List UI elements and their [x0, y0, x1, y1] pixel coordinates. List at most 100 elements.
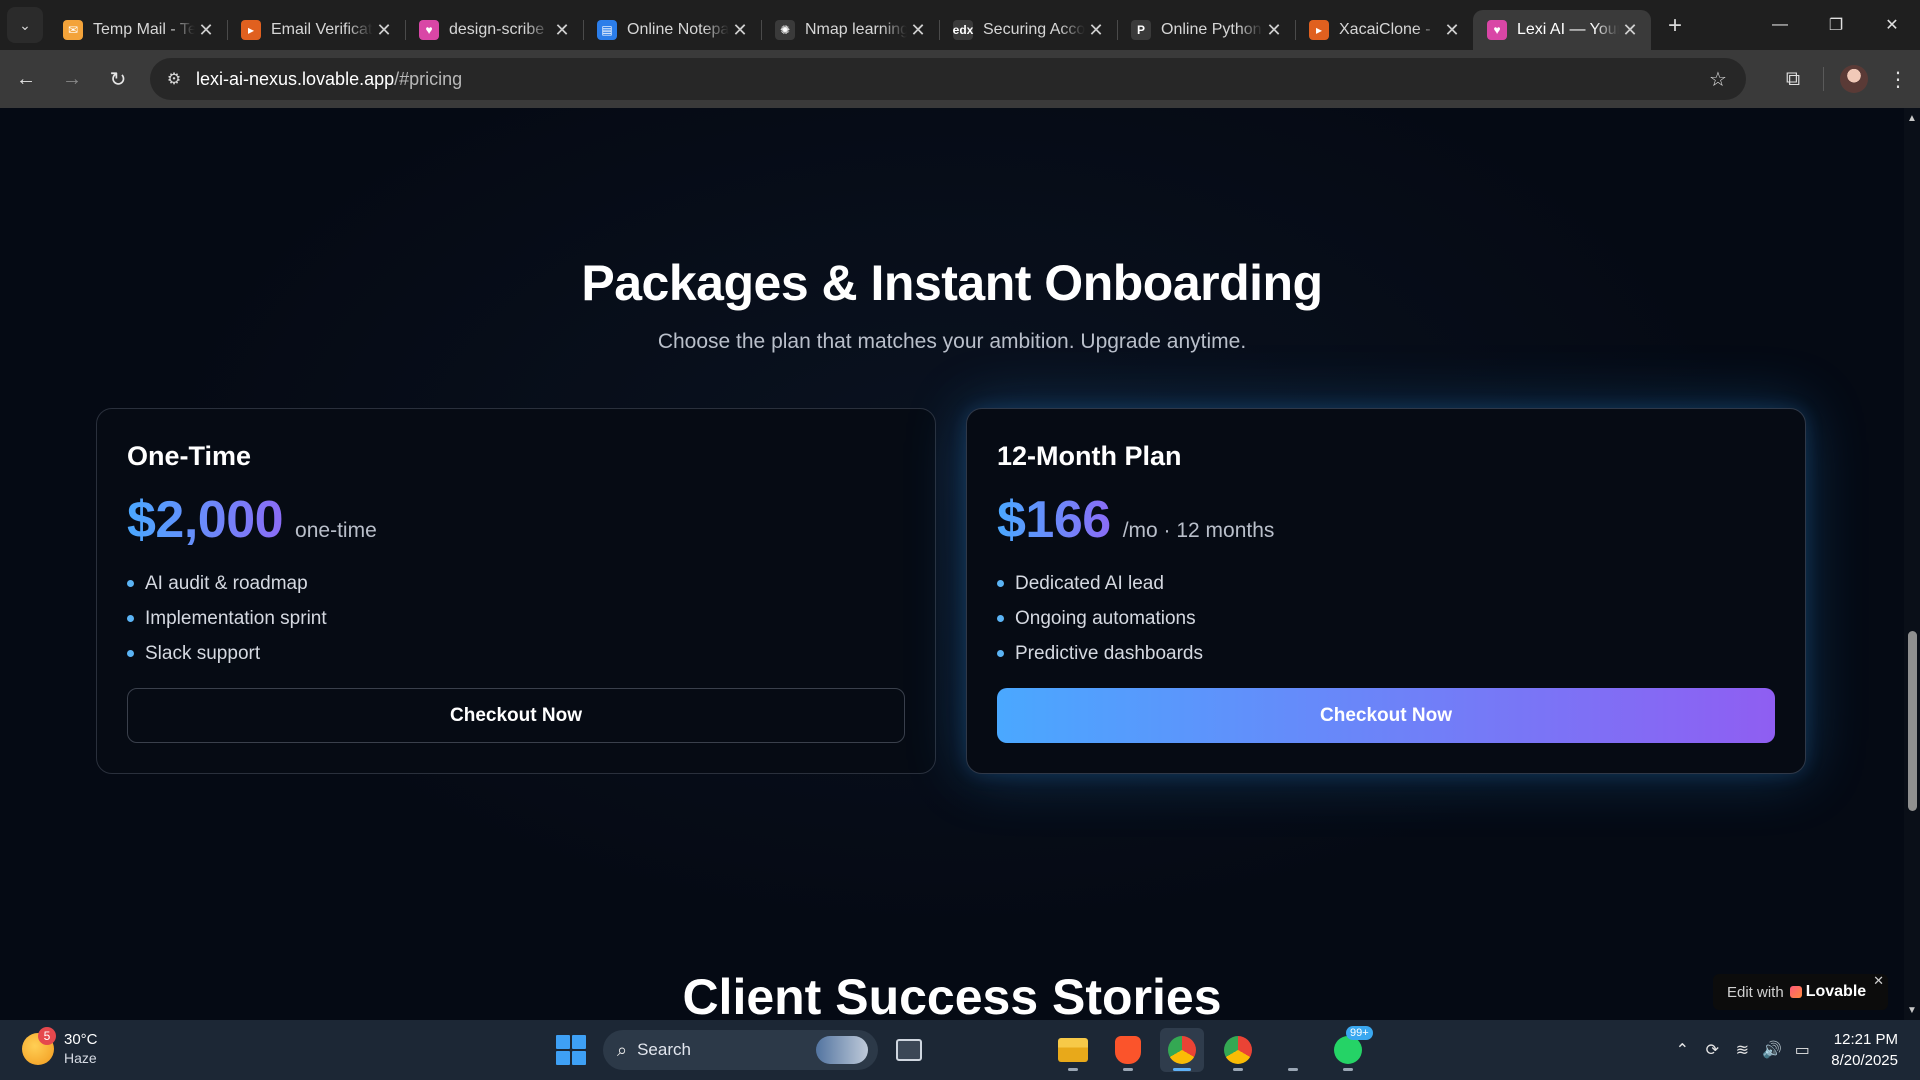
more-menu-icon[interactable]: ⋮ [1876, 57, 1920, 101]
feature-list: Dedicated AI lead Ongoing automations Pr… [997, 566, 1775, 671]
clock-date: 8/20/2025 [1831, 1052, 1898, 1069]
tab-close-icon[interactable]: ✕ [551, 20, 573, 41]
tab-close-icon[interactable]: ✕ [1085, 20, 1107, 41]
checkout-button-12-month[interactable]: Checkout Now [997, 688, 1775, 743]
feature-text: AI audit & roadmap [145, 572, 308, 594]
checkout-button-one-time[interactable]: Checkout Now [127, 688, 905, 743]
edx-icon: edx [953, 20, 973, 40]
reload-icon[interactable]: ↻ [98, 59, 138, 99]
lovable-heart-icon [1789, 986, 1802, 998]
browser-tab[interactable]: P Online Python ✕ [1117, 10, 1295, 50]
feature-text: Dedicated AI lead [1015, 572, 1164, 594]
plan-name: 12-Month Plan [997, 441, 1182, 471]
bookmark-star-icon[interactable]: ☆ [1700, 58, 1736, 100]
browser-tab[interactable]: ✺ Nmap learning ✕ [761, 10, 939, 50]
lovable-icon: ♥ [1487, 20, 1507, 40]
bullet-dot-icon [127, 615, 134, 622]
tab-title: Online Notepad [627, 21, 729, 38]
tab-title: Nmap learning [805, 21, 907, 38]
tab-search-chevron-icon[interactable]: ⌄ [7, 7, 43, 43]
weather-widget[interactable]: 5 30°C Haze [22, 1027, 98, 1068]
windows-start-icon[interactable] [556, 1035, 586, 1065]
back-arrow-icon[interactable]: ← [6, 59, 46, 99]
task-view-icon[interactable] [887, 1028, 931, 1072]
feature-text: Predictive dashboards [1015, 642, 1203, 664]
browser-tab[interactable]: ▤ Online Notepad ✕ [583, 10, 761, 50]
tab-title: Lexi AI — Your [1517, 21, 1619, 38]
browser-tab-strip: ⌄ ✉Temp Mail - Temporary Email✕▸Email Ve… [0, 0, 1920, 50]
weather-notification-badge: 5 [38, 1027, 56, 1045]
restore-icon[interactable]: ❐ [1808, 0, 1864, 50]
sync-icon[interactable]: ⟳ [1697, 1040, 1727, 1060]
avatar [1840, 65, 1868, 93]
chrome-profile-icon[interactable] [1216, 1028, 1260, 1072]
plan-card-12-month: 12-Month Plan $166 /mo · 12 months Dedic… [966, 408, 1806, 774]
chatgpt-icon: ✺ [775, 20, 795, 40]
tab-title: XacaiClone - [1339, 21, 1431, 38]
bullet-dot-icon [127, 580, 134, 587]
tab-list: ✉Temp Mail - Temporary Email✕▸Email Veri… [49, 0, 1651, 50]
address-bar[interactable]: ⚙ lexi-ai-nexus.lovable.app/#pricing ☆ [150, 58, 1746, 100]
notepad-icon: ▤ [597, 20, 617, 40]
wifi-icon[interactable]: ≋ [1727, 1040, 1757, 1060]
brave-browser-icon[interactable] [1106, 1028, 1150, 1072]
minimize-icon[interactable]: — [1752, 0, 1808, 50]
tab-close-icon[interactable]: ✕ [373, 20, 395, 41]
browser-tab[interactable]: ▸ Email Verification✕ [227, 10, 405, 50]
plan-price-note: /mo · 12 months [1122, 519, 1275, 542]
client-success-stories-title: Client Success Stories [682, 969, 1222, 1020]
plan-price: $166 [997, 491, 1111, 549]
browser-tab[interactable]: edx Securing Accounts✕ [939, 10, 1117, 50]
url-text[interactable]: lexi-ai-nexus.lovable.app/#pricing [196, 69, 462, 90]
file-explorer-icon[interactable] [1051, 1028, 1095, 1072]
browser-tab[interactable]: ✉ Temp Mail - Temporary Email✕ [49, 10, 227, 50]
feature-text: Implementation sprint [145, 607, 327, 629]
bullet-dot-icon [997, 615, 1004, 622]
profile-avatar[interactable] [1832, 57, 1876, 101]
feature-item: Dedicated AI lead [997, 566, 1775, 601]
forward-arrow-icon[interactable]: → [52, 59, 92, 99]
page-scrollbar[interactable]: ▲ ▼ [1904, 108, 1920, 1020]
plan-price: $2,000 [127, 491, 284, 549]
chrome-icon-active[interactable] [1160, 1028, 1204, 1072]
browser-toolbar: ← → ↻ ⚙ lexi-ai-nexus.lovable.app/#prici… [0, 50, 1920, 108]
url-path: /#pricing [394, 68, 463, 89]
scroll-up-arrow-icon[interactable]: ▲ [1904, 110, 1920, 126]
badge-close-icon[interactable]: ✕ [1873, 973, 1884, 989]
site-settings-icon[interactable]: ⚙ [154, 58, 194, 100]
volume-icon[interactable]: 🔊 [1757, 1040, 1787, 1060]
feature-item: Slack support [127, 636, 905, 671]
new-tab-plus-icon[interactable]: + [1657, 8, 1693, 44]
tab-close-icon[interactable]: ✕ [729, 20, 751, 41]
window-controls: — ❐ ✕ [1752, 0, 1920, 50]
system-clock[interactable]: 12:21 PM 8/20/2025 [1831, 1029, 1898, 1071]
tab-title: Email Verification [271, 21, 373, 38]
arrow-logo-icon: ▸ [1309, 20, 1329, 40]
taskbar-search[interactable]: ⌕ Search [603, 1030, 878, 1070]
tab-close-icon[interactable]: ✕ [195, 20, 217, 41]
whatsapp-unread-badge: 99+ [1346, 1026, 1373, 1040]
extensions-puzzle-icon[interactable]: ⧉ [1771, 57, 1815, 101]
tab-title: Securing Accounts [983, 21, 1085, 38]
pinned-app-icon[interactable] [1271, 1028, 1315, 1072]
battery-icon[interactable]: ▭ [1787, 1040, 1817, 1060]
scroll-down-arrow-icon[interactable]: ▼ [1904, 1002, 1920, 1018]
close-window-icon[interactable]: ✕ [1864, 0, 1920, 50]
tab-title: Online Python [1161, 21, 1262, 38]
browser-tab[interactable]: ♥ Lexi AI — Your ✕ [1473, 10, 1651, 50]
tab-close-icon[interactable]: ✕ [1263, 20, 1285, 41]
browser-tab[interactable]: ▸ XacaiClone - ✕ [1295, 10, 1473, 50]
tab-title: Temp Mail - Temporary Email [93, 21, 195, 38]
tab-close-icon[interactable]: ✕ [907, 20, 929, 41]
show-hidden-icons-chevron-icon[interactable]: ⌃ [1667, 1040, 1697, 1060]
scrollbar-thumb[interactable] [1908, 631, 1917, 811]
tab-close-icon[interactable]: ✕ [1441, 20, 1463, 41]
feature-item: Implementation sprint [127, 601, 905, 636]
tab-title: design-scribe [449, 21, 545, 38]
tab-close-icon[interactable]: ✕ [1619, 20, 1641, 41]
price-row: $2,000 one-time [127, 490, 905, 550]
browser-tab[interactable]: ♥ design-scribe ✕ [405, 10, 583, 50]
feature-list: AI audit & roadmap Implementation sprint… [127, 566, 905, 671]
whatsapp-icon[interactable]: 99+ [1326, 1026, 1373, 1072]
edit-with-lovable-badge[interactable]: Edit with Lovable ✕ [1713, 973, 1888, 1010]
